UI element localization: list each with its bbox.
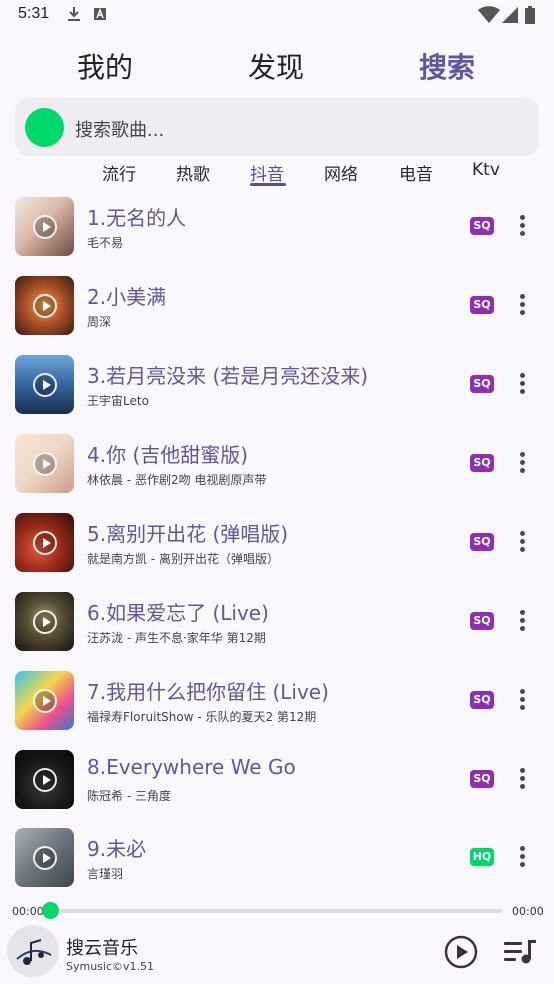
quality-badge: SQ	[470, 770, 494, 788]
album-cover[interactable]	[15, 197, 74, 256]
song-artist: 就是南方凯 - 离别开出花（弹唱版）	[87, 552, 279, 566]
category-electronic[interactable]: 电音	[399, 160, 433, 185]
song-artist: 王宇宙Leto	[87, 394, 149, 408]
quality-badge: SQ	[470, 217, 494, 235]
song-title: 5.离别开出花 (弹唱版)	[87, 522, 289, 546]
category-network[interactable]: 网络	[324, 160, 358, 185]
song-title: 1.无名的人	[87, 206, 187, 230]
play-overlay-icon[interactable]	[33, 294, 57, 318]
tab-discover[interactable]: 发现	[248, 46, 304, 86]
quality-badge: SQ	[470, 533, 494, 551]
player-title: 搜云音乐	[66, 938, 138, 959]
quality-badge: SQ	[470, 612, 494, 630]
more-options-icon[interactable]	[512, 214, 532, 238]
play-overlay-icon[interactable]	[33, 689, 57, 713]
song-item[interactable]: 9.未必 言瑾羽 HQ	[0, 828, 554, 907]
song-artist: 汪苏泷 - 声生不息·家年华 第12期	[87, 631, 266, 645]
more-options-icon[interactable]	[512, 451, 532, 475]
more-options-icon[interactable]	[512, 767, 532, 791]
song-title: 9.未必	[87, 837, 147, 861]
song-artist: 言瑾羽	[87, 867, 124, 881]
category-ktv[interactable]: Ktv	[472, 160, 500, 180]
song-title: 2.小美满	[87, 285, 167, 309]
song-title: 6.如果爱忘了 (Live)	[87, 601, 269, 625]
keyboard-a-icon	[94, 7, 106, 20]
music-note-art-icon	[7, 925, 59, 977]
quality-badge: SQ	[470, 375, 494, 393]
download-icon	[68, 7, 80, 21]
song-title: 7.我用什么把你留住 (Live)	[87, 680, 329, 704]
play-overlay-icon[interactable]	[33, 452, 57, 476]
progress-handle[interactable]	[42, 902, 59, 919]
total-time: 00:00	[512, 905, 544, 918]
song-item[interactable]: 8.Everywhere We Go 陈冠希 - 三角度 SQ	[0, 750, 554, 829]
song-artist: 林依晨 - 恶作剧2吻 电视剧原声带	[87, 473, 267, 487]
quality-badge: SQ	[470, 454, 494, 472]
category-active-indicator	[250, 183, 286, 186]
song-item[interactable]: 2.小美满 周深 SQ	[0, 276, 554, 355]
play-overlay-icon[interactable]	[33, 768, 57, 792]
song-item[interactable]: 4.你 (吉他甜蜜版) 林依晨 - 恶作剧2吻 电视剧原声带 SQ	[0, 434, 554, 513]
battery-icon	[525, 6, 535, 24]
album-cover[interactable]	[15, 276, 74, 335]
player-album-art[interactable]	[7, 925, 59, 977]
album-cover[interactable]	[15, 434, 74, 493]
song-item[interactable]: 7.我用什么把你留住 (Live) 福禄寿FloruitShow - 乐队的夏天…	[0, 671, 554, 750]
progress-track[interactable]	[48, 909, 502, 913]
current-time: 00:00	[12, 905, 44, 918]
song-artist: 陈冠希 - 三角度	[87, 789, 171, 803]
quality-badge: HQ	[470, 848, 494, 866]
search-button[interactable]	[25, 108, 64, 147]
play-overlay-icon[interactable]	[33, 215, 57, 239]
song-title: 3.若月亮没来 (若是月亮还没来)	[87, 364, 369, 388]
song-title: 4.你 (吉他甜蜜版)	[87, 443, 249, 467]
play-overlay-icon[interactable]	[33, 373, 57, 397]
tab-search[interactable]: 搜索	[419, 46, 475, 86]
song-artist: 福禄寿FloruitShow - 乐队的夏天2 第12期	[87, 710, 317, 724]
search-bar[interactable]: 搜索歌曲...	[15, 98, 539, 156]
play-overlay-icon[interactable]	[33, 531, 57, 555]
album-cover[interactable]	[15, 671, 74, 730]
play-button[interactable]	[444, 935, 478, 969]
album-cover[interactable]	[15, 750, 74, 809]
more-options-icon[interactable]	[512, 845, 532, 869]
category-douyin[interactable]: 抖音	[250, 160, 284, 185]
search-input[interactable]: 搜索歌曲...	[75, 116, 164, 142]
signal-icon	[502, 7, 518, 23]
album-cover[interactable]	[15, 828, 74, 887]
album-cover[interactable]	[15, 592, 74, 651]
category-hot[interactable]: 热歌	[176, 160, 210, 185]
quality-badge: SQ	[470, 296, 494, 314]
quality-badge: SQ	[470, 691, 494, 709]
wifi-icon	[478, 6, 500, 23]
playlist-icon[interactable]	[504, 939, 538, 965]
more-options-icon[interactable]	[512, 688, 532, 712]
status-time: 5:31	[18, 5, 50, 22]
tab-mine[interactable]: 我的	[77, 46, 133, 86]
status-bar: 5:31	[0, 0, 554, 30]
song-item[interactable]: 3.若月亮没来 (若是月亮还没来) 王宇宙Leto SQ	[0, 355, 554, 434]
song-artist: 周深	[87, 315, 112, 329]
song-title: 8.Everywhere We Go	[87, 755, 296, 779]
song-item[interactable]: 1.无名的人 毛不易 SQ	[0, 197, 554, 276]
song-artist: 毛不易	[87, 236, 124, 250]
album-cover[interactable]	[15, 355, 74, 414]
more-options-icon[interactable]	[512, 530, 532, 554]
play-overlay-icon[interactable]	[33, 610, 57, 634]
more-options-icon[interactable]	[512, 372, 532, 396]
song-item[interactable]: 6.如果爱忘了 (Live) 汪苏泷 - 声生不息·家年华 第12期 SQ	[0, 592, 554, 671]
player-version: Symusic©v1.51	[66, 960, 155, 973]
category-pop[interactable]: 流行	[102, 160, 136, 185]
album-cover[interactable]	[15, 513, 74, 572]
more-options-icon[interactable]	[512, 609, 532, 633]
play-overlay-icon[interactable]	[33, 846, 57, 870]
more-options-icon[interactable]	[512, 293, 532, 317]
song-item[interactable]: 5.离别开出花 (弹唱版) 就是南方凯 - 离别开出花（弹唱版） SQ	[0, 513, 554, 592]
